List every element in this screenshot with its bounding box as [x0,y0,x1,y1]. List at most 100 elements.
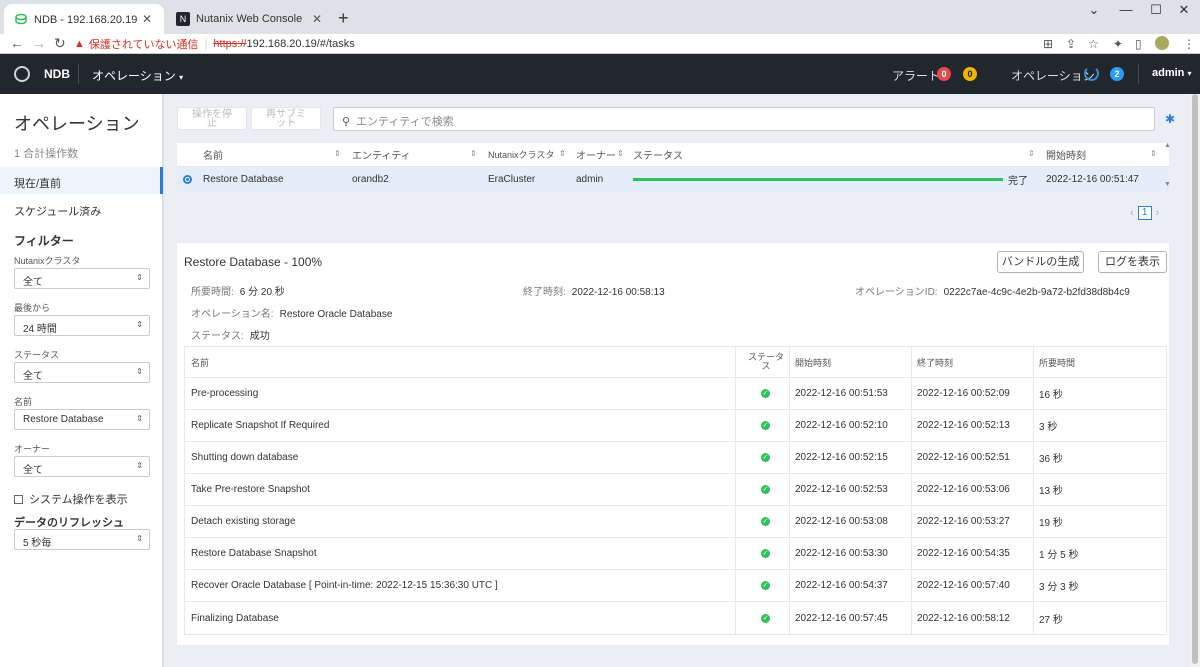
col-owner[interactable]: オーナー [576,143,616,166]
column-divider [789,347,790,377]
column-divider [735,474,736,505]
step-end: 2022-12-16 00:58:12 [917,612,1010,624]
header-divider [1138,64,1139,84]
sort-icon[interactable]: ⇕ [559,149,566,158]
checkbox-icon[interactable] [14,494,23,504]
column-divider [789,442,790,473]
row-radio[interactable] [183,167,192,192]
sidepanel-icon[interactable]: ▯ [1135,35,1142,53]
operations-count-badge[interactable]: 2 [1110,67,1124,81]
step-start: 2022-12-16 00:52:15 [795,452,888,463]
url-field[interactable]: ▲ 保護されていない通信 | https:// 192.168.20.19/#/… [74,36,355,52]
nav-current[interactable]: 現在/直前 [0,167,163,194]
radio-selected-icon[interactable] [183,175,192,184]
sort-icon[interactable]: ⇕ [334,149,341,158]
table-row[interactable]: Restore Database orandb2 EraCluster admi… [177,167,1169,192]
column-divider [1033,378,1034,409]
stop-operation-button[interactable]: 操作を停止 [177,107,247,130]
col-step-end: 終了時刻 [917,357,954,368]
table-row: Recover Oracle Database [ Point-in-time:… [185,570,1166,602]
column-divider [789,506,790,537]
new-tab-icon[interactable]: + [338,9,349,27]
filter-cluster-select[interactable]: 全て ⇕ [14,268,150,289]
entity-search-input[interactable]: ⚲ エンティティで検索 [333,107,1155,131]
generate-bundle-button[interactable]: バンドルの生成 [997,251,1084,273]
back-icon[interactable]: ← [10,35,24,51]
sort-icon[interactable]: ⇕ [1028,149,1035,158]
column-divider [911,538,912,569]
window-menu-icon[interactable]: ⌄ [1076,0,1112,22]
operations-label[interactable]: オペレーション [1011,67,1095,84]
alert-critical-badge[interactable]: 0 [937,67,951,81]
ndb-favicon-icon [14,12,28,26]
filter-name-select[interactable]: Restore Database ⇕ [14,409,150,430]
status-value: 成功 [249,331,270,342]
end-time-label: 終了時刻: [523,287,566,298]
col-cluster[interactable]: Nutanixクラスタ [488,143,554,166]
sort-icon[interactable]: ⇕ [1150,149,1157,158]
column-divider [735,410,736,441]
gear-icon[interactable]: ✱ [1165,112,1175,126]
alert-warning-badge[interactable]: 0 [963,67,977,81]
filter-status-label: ステータス [14,350,60,360]
operation-name-value: Restore Oracle Database [279,309,393,320]
reload-icon[interactable]: ↻ [54,35,66,51]
page-scrollbar[interactable] [1190,94,1200,667]
brand-name[interactable]: NDB [44,67,70,81]
column-divider [735,347,736,377]
select-arrows-icon: ⇕ [136,367,143,376]
translate-icon[interactable]: ⊞ [1043,35,1053,53]
duration-label: 所要時間: [191,287,234,298]
success-check-icon: ✓ [761,485,770,494]
scrollbar-thumb[interactable] [1192,94,1198,664]
row-start: 2022-12-16 00:51:47 [1046,174,1139,185]
nav-scheduled[interactable]: スケジュール済み [14,203,101,219]
sort-icon[interactable]: ⇕ [617,149,624,158]
chevron-right-icon[interactable]: › [1156,207,1160,219]
col-start[interactable]: 開始時刻 [1046,143,1086,166]
column-divider [735,570,736,601]
filter-since-select[interactable]: 24 時間 ⇕ [14,315,150,336]
close-tab-icon[interactable]: ✕ [310,12,324,26]
column-divider [911,347,912,377]
close-tab-icon[interactable]: ✕ [140,12,154,26]
scroll-down-icon[interactable]: ▼ [1164,181,1171,188]
forward-icon[interactable]: → [32,35,46,51]
chevron-left-icon[interactable]: ‹ [1130,207,1134,219]
col-name[interactable]: 名前 [203,143,223,166]
ndb-logo-icon[interactable] [14,66,30,82]
step-duration: 16 秒 [1039,390,1063,401]
browser-tab-nutanix[interactable]: N Nutanix Web Console ✕ [166,4,334,34]
profile-avatar-icon[interactable] [1155,36,1169,50]
refresh-select[interactable]: 5 秒毎 ⇕ [14,529,150,550]
column-divider [911,474,912,505]
sort-icon[interactable]: ⇕ [470,149,477,158]
security-warning[interactable]: 保護されていない通信 [89,36,199,52]
col-entity[interactable]: エンティティ [352,143,411,166]
success-check-icon: ✓ [761,453,770,462]
bookmark-star-icon[interactable]: ☆ [1088,35,1099,53]
resubmit-button[interactable]: 再サブミ ット [251,107,321,130]
share-icon[interactable]: ⇪ [1066,35,1076,53]
browser-menu-icon[interactable]: ⋮ [1183,35,1195,53]
select-arrows-icon: ⇕ [136,273,143,282]
browser-tab-ndb[interactable]: NDB - 192.168.20.19 - オペレーション ✕ [4,4,164,34]
status-info: ステータス: 成功 [191,327,270,342]
user-menu[interactable]: admin ▾ [1152,67,1191,79]
system-ops-checkbox[interactable]: システム操作を表示 [14,491,128,507]
refresh-title: データのリフレッシュ [14,517,124,529]
progress-fill [633,178,1003,181]
filter-status-select[interactable]: 全て ⇕ [14,362,150,383]
extensions-icon[interactable]: ✦ [1113,35,1123,53]
view-logs-button[interactable]: ログを表示 [1098,251,1167,273]
alerts-label[interactable]: アラート [892,67,940,84]
operations-menu[interactable]: オペレーション ▾ [92,67,183,84]
scroll-up-icon[interactable]: ▲ [1164,142,1171,149]
col-status[interactable]: ステータス [633,143,683,166]
page-number[interactable]: 1 [1137,206,1152,220]
filter-owner-label: オーナー [14,444,51,454]
column-divider [735,538,736,569]
window-close-icon[interactable]: ✕ [1166,0,1200,22]
step-status: ✓ [761,442,770,473]
filter-owner-select[interactable]: 全て ⇕ [14,456,150,477]
